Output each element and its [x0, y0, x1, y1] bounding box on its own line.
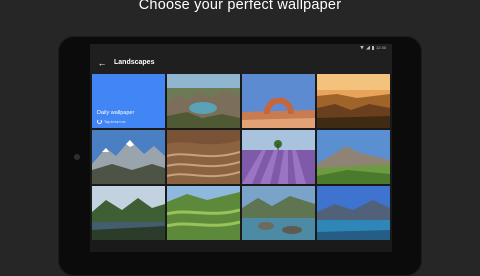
wallpaper-thumbnail-canyon-sunset[interactable] — [317, 74, 390, 128]
daily-wallpaper-subtitle-text: Tap to turn on — [104, 119, 126, 124]
status-bar: 12:30 — [90, 44, 392, 52]
status-time: 12:30 — [375, 45, 386, 50]
wallpaper-thumbnail-green-terraces[interactable] — [167, 186, 240, 240]
wallpaper-thumbnail-snowy-mountains[interactable] — [92, 130, 165, 184]
wallpaper-thumbnail-blue-lake[interactable] — [317, 186, 390, 240]
wallpaper-thumbnail-rocky-shore[interactable] — [167, 74, 240, 128]
daily-wallpaper-subtitle: Tap to turn on — [97, 119, 125, 124]
wifi-icon — [359, 45, 364, 50]
battery-icon — [371, 45, 374, 50]
wallpaper-thumbnail-lake-rocks[interactable] — [242, 186, 315, 240]
wallpaper-grid: Daily wallpaper Tap to turn on — [90, 74, 392, 240]
wallpaper-thumbnail-lavender-field[interactable] — [242, 130, 315, 184]
tablet-screen: 12:30 ← Landscapes Daily wallpaper Tap t… — [90, 44, 392, 252]
app-bar: ← Landscapes — [90, 52, 392, 74]
signal-icon — [365, 45, 370, 50]
daily-wallpaper-tile[interactable]: Daily wallpaper Tap to turn on — [92, 74, 165, 128]
wallpaper-thumbnail-stone-arch[interactable] — [242, 74, 315, 128]
daily-wallpaper-title: Daily wallpaper — [97, 110, 135, 116]
refresh-icon — [97, 119, 102, 124]
wallpaper-thumbnail-terraced-hills[interactable] — [167, 130, 240, 184]
wallpaper-thumbnail-volcano-landscape[interactable] — [317, 130, 390, 184]
tablet-camera — [74, 154, 80, 160]
promo-headline: Choose your perfect wallpaper — [138, 0, 342, 13]
page-title: Landscapes — [114, 59, 155, 66]
wallpaper-thumbnail-forest-lake[interactable] — [92, 186, 165, 240]
back-arrow-icon[interactable]: ← — [96, 57, 108, 69]
